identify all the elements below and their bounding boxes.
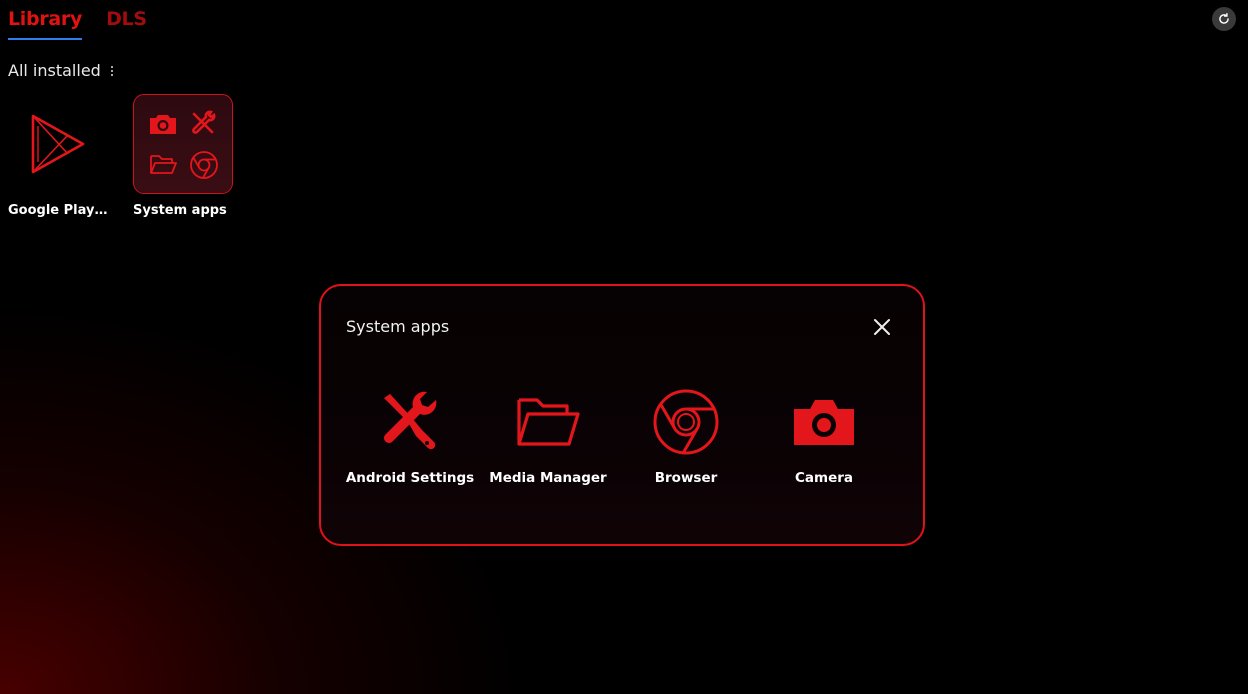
- app-media-manager[interactable]: Media Manager: [478, 386, 618, 486]
- app-android-settings[interactable]: Android Settings: [340, 386, 480, 486]
- tab-library[interactable]: Library: [8, 6, 82, 40]
- dialog-title: System apps: [346, 317, 450, 336]
- filter-label: All installed: [8, 61, 101, 80]
- folder-preview: [133, 94, 233, 194]
- camera-icon: [754, 386, 894, 458]
- app-google-play[interactable]: Google Play ...: [8, 94, 108, 218]
- app-icon-container: [8, 94, 108, 194]
- browser-icon: [183, 150, 224, 180]
- app-browser[interactable]: Browser: [616, 386, 756, 486]
- refresh-icon: [1219, 13, 1229, 24]
- app-label: System apps: [133, 203, 227, 218]
- tab-dls[interactable]: DLS: [106, 6, 147, 40]
- close-button[interactable]: [871, 316, 893, 338]
- filter-bar: All installed: [8, 61, 115, 80]
- app-label: Android Settings: [345, 470, 475, 486]
- folder-icon: [142, 153, 183, 177]
- tab-bar: Library DLS: [8, 6, 147, 42]
- browser-icon: [616, 386, 756, 458]
- app-root: Library DLS All installed Google Play ..…: [0, 0, 1248, 694]
- app-camera[interactable]: Camera: [754, 386, 894, 486]
- app-system-apps-folder[interactable]: System apps: [133, 94, 233, 218]
- tools-icon: [340, 386, 480, 458]
- more-options-icon[interactable]: [109, 64, 115, 78]
- folder-icon: [478, 386, 618, 458]
- app-label: Camera: [794, 470, 853, 486]
- app-label: Google Play ...: [8, 203, 108, 218]
- tools-icon: [183, 110, 224, 138]
- system-apps-dialog: System apps Android Settings Media Manag…: [319, 284, 925, 546]
- app-label: Media Manager: [489, 470, 607, 486]
- close-icon: [874, 319, 890, 335]
- refresh-button[interactable]: [1212, 7, 1236, 31]
- app-label: Browser: [654, 470, 718, 486]
- google-play-icon: [31, 114, 85, 174]
- camera-icon: [142, 112, 183, 136]
